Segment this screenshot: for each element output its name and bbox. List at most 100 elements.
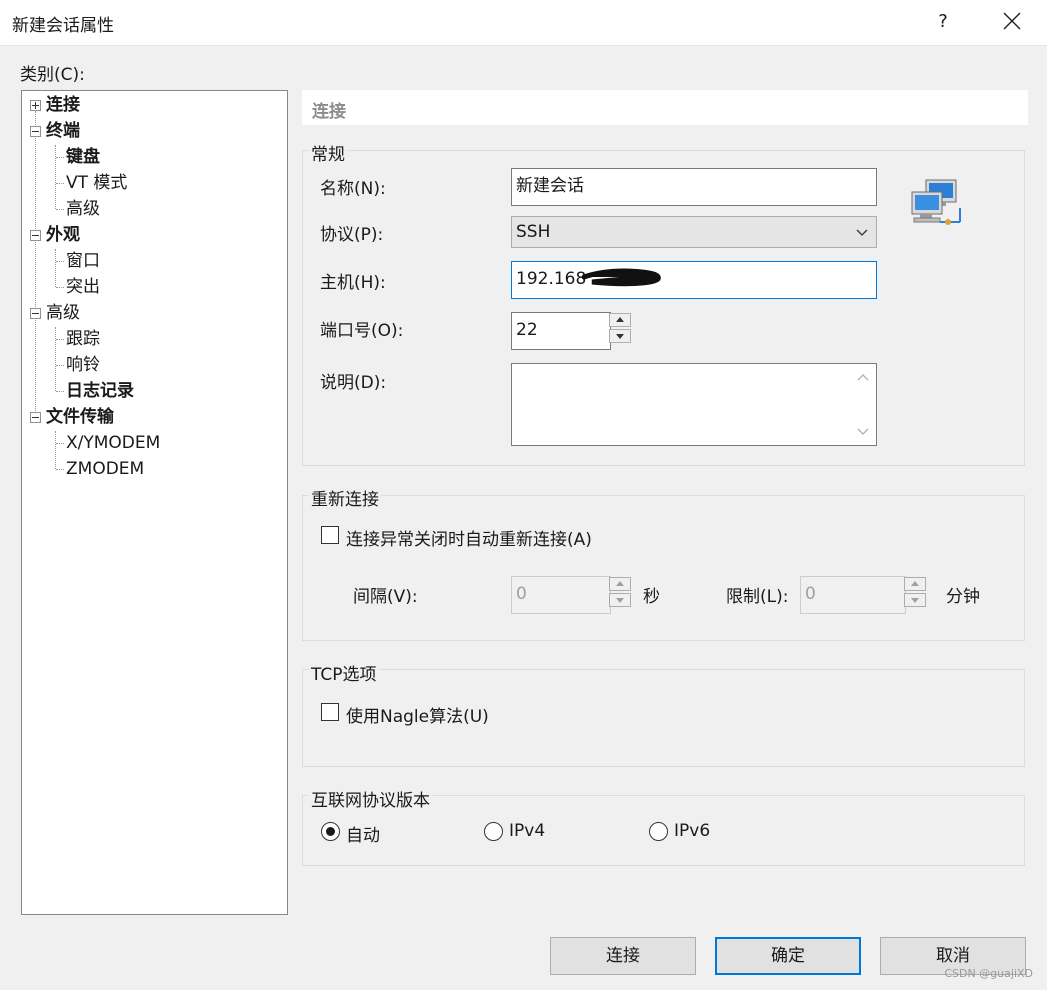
radio-ipv4-label: IPv4	[509, 821, 546, 841]
tree-connector	[56, 339, 64, 340]
section-header-title: 连接	[312, 102, 346, 122]
tree-item-bell[interactable]: 响铃	[66, 355, 100, 375]
interval-label: 间隔(V):	[353, 587, 418, 607]
radio-auto-label: 自动	[346, 826, 380, 846]
interval-spinner[interactable]	[609, 576, 633, 612]
tree-connector	[56, 261, 64, 262]
interval-unit: 秒	[643, 587, 660, 607]
scroll-down-icon[interactable]	[857, 427, 869, 437]
close-button[interactable]	[994, 6, 1030, 38]
chevron-down-icon	[856, 229, 868, 236]
collapse-minus-icon[interactable]	[30, 230, 41, 241]
reconnect-group	[302, 495, 1025, 641]
port-spinner[interactable]	[609, 312, 633, 348]
category-tree[interactable]: 连接 终端 键盘 VT 模式 高级 外观 窗口 突出 高级 跟踪 响铃 日志记录…	[21, 90, 288, 915]
watermark: CSDN @guajiXD	[944, 967, 1033, 980]
limit-spin-down[interactable]	[904, 593, 926, 607]
radio-ipv6[interactable]	[649, 822, 668, 841]
port-input[interactable]: 22	[511, 312, 611, 350]
arrow-down-icon	[616, 598, 624, 603]
port-spin-down[interactable]	[609, 329, 631, 343]
arrow-up-icon	[616, 581, 624, 586]
ip-version-legend: 互联网协议版本	[309, 786, 432, 811]
host-label: 主机(H):	[320, 273, 386, 293]
tree-item-xymodem[interactable]: X/YMODEM	[66, 433, 160, 453]
description-label: 说明(D):	[320, 373, 387, 393]
general-legend: 常规	[309, 140, 347, 165]
description-scrollbar[interactable]	[851, 364, 876, 445]
tree-item-trace[interactable]: 跟踪	[66, 329, 100, 349]
interval-spin-up[interactable]	[609, 577, 631, 591]
tree-item-zmodem[interactable]: ZMODEM	[66, 459, 144, 479]
limit-spin-up[interactable]	[904, 577, 926, 591]
help-button[interactable]: ?	[926, 6, 960, 38]
name-input[interactable]: 新建会话	[511, 168, 877, 206]
collapse-minus-icon[interactable]	[30, 126, 41, 137]
tree-item-advanced[interactable]: 高级	[46, 303, 80, 323]
auto-reconnect-checkbox[interactable]	[321, 526, 339, 544]
tree-item-terminal-advanced[interactable]: 高级	[66, 199, 100, 219]
network-computers-icon	[911, 179, 961, 225]
radio-ipv6-label: IPv6	[674, 821, 711, 841]
tree-item-keyboard[interactable]: 键盘	[66, 147, 100, 167]
tree-connector	[35, 111, 36, 421]
protocol-select[interactable]: SSH	[511, 216, 877, 248]
tcp-legend: TCP选项	[309, 660, 379, 685]
tree-connector	[56, 287, 64, 288]
tree-connector	[55, 249, 56, 287]
protocol-select-value: SSH	[516, 222, 551, 242]
interval-spin-down[interactable]	[609, 593, 631, 607]
description-textarea[interactable]	[511, 363, 877, 446]
tree-item-highlight[interactable]: 突出	[66, 277, 100, 297]
arrow-down-icon	[911, 598, 919, 603]
nagle-checkbox[interactable]	[321, 703, 339, 721]
section-header-bar	[302, 90, 1028, 125]
tree-connector	[56, 469, 64, 470]
redaction-scribble	[582, 268, 661, 287]
connect-button[interactable]: 连接	[550, 937, 696, 975]
tree-item-vt-mode[interactable]: VT 模式	[66, 173, 127, 193]
window-title: 新建会话属性	[12, 16, 114, 36]
arrow-down-icon	[616, 334, 624, 339]
tree-connector	[56, 209, 64, 210]
tree-item-terminal[interactable]: 终端	[46, 121, 80, 141]
ok-button[interactable]: 确定	[715, 937, 861, 975]
radio-ipv4[interactable]	[484, 822, 503, 841]
tree-item-file-transfer[interactable]: 文件传输	[46, 407, 114, 427]
reconnect-legend: 重新连接	[309, 485, 381, 510]
tree-item-connection[interactable]: 连接	[46, 95, 80, 115]
limit-spinner[interactable]	[904, 576, 928, 612]
collapse-minus-icon[interactable]	[30, 308, 41, 319]
host-input-value: 192.168	[516, 269, 587, 289]
limit-label: 限制(L):	[726, 587, 789, 607]
limit-input[interactable]: 0	[800, 576, 906, 614]
category-label: 类别(C):	[20, 65, 85, 85]
limit-unit: 分钟	[946, 587, 980, 607]
tree-connector	[55, 145, 56, 209]
port-spin-up[interactable]	[609, 313, 631, 327]
tree-connector	[55, 431, 56, 469]
title-bar	[0, 0, 1047, 46]
close-icon	[1003, 12, 1021, 30]
tree-item-logging[interactable]: 日志记录	[66, 381, 134, 401]
expand-plus-icon[interactable]	[30, 100, 41, 111]
port-label: 端口号(O):	[320, 321, 404, 341]
tree-connector	[56, 157, 64, 158]
tree-connector	[56, 443, 64, 444]
interval-input[interactable]: 0	[511, 576, 611, 614]
tree-item-window[interactable]: 窗口	[66, 251, 100, 271]
radio-auto[interactable]	[321, 822, 340, 841]
arrow-up-icon	[616, 317, 624, 322]
arrow-up-icon	[911, 581, 919, 586]
tree-connector	[56, 365, 64, 366]
host-input[interactable]: 192.168	[511, 261, 877, 299]
auto-reconnect-label: 连接异常关闭时自动重新连接(A)	[346, 530, 592, 550]
collapse-minus-icon[interactable]	[30, 412, 41, 423]
tree-connector	[56, 183, 64, 184]
name-label: 名称(N):	[320, 179, 386, 199]
tree-item-appearance[interactable]: 外观	[46, 225, 80, 245]
tree-connector	[55, 327, 56, 391]
nagle-label: 使用Nagle算法(U)	[346, 707, 489, 727]
protocol-label: 协议(P):	[320, 225, 384, 245]
scroll-up-icon[interactable]	[857, 372, 869, 382]
